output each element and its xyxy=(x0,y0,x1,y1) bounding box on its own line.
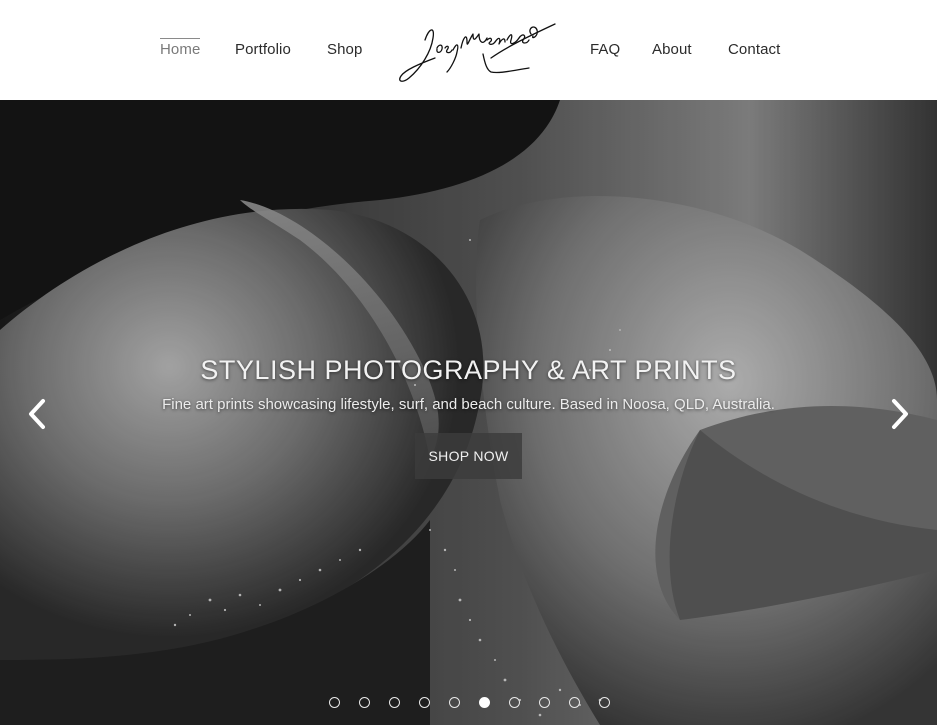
nav-faq-link[interactable]: FAQ xyxy=(590,40,620,60)
nav-contact-link[interactable]: Contact xyxy=(728,40,780,60)
slider-next-button[interactable] xyxy=(885,397,915,431)
hero-subtitle: Fine art prints showcasing lifestyle, su… xyxy=(162,396,775,413)
slider-dot-7[interactable] xyxy=(509,697,520,708)
site-header: Home Portfolio Shop FAQ About Contact xyxy=(0,0,937,100)
slider-pagination xyxy=(0,697,937,709)
hero-slider: STYLISH PHOTOGRAPHY & ART PRINTS Fine ar… xyxy=(0,100,937,725)
chevron-left-icon xyxy=(29,399,45,429)
nav-portfolio-link[interactable]: Portfolio xyxy=(235,40,291,60)
signature-logo[interactable] xyxy=(395,18,557,86)
slider-prev-button[interactable] xyxy=(22,397,52,431)
slider-dot-8[interactable] xyxy=(539,697,550,708)
slider-dot-1[interactable] xyxy=(329,697,340,708)
shop-now-button[interactable]: SHOP NOW xyxy=(415,433,522,479)
slider-dot-6[interactable] xyxy=(479,697,490,708)
nav-home-link[interactable]: Home xyxy=(160,38,201,60)
slider-dot-10[interactable] xyxy=(599,697,610,708)
nav-shop-link[interactable]: Shop xyxy=(327,40,362,60)
slider-dot-4[interactable] xyxy=(419,697,430,708)
hero-title: STYLISH PHOTOGRAPHY & ART PRINTS xyxy=(200,355,737,385)
slider-dot-3[interactable] xyxy=(389,697,400,708)
chevron-right-icon xyxy=(892,399,908,429)
slider-dot-9[interactable] xyxy=(569,697,580,708)
nav-about-link[interactable]: About xyxy=(652,40,692,60)
slider-dot-5[interactable] xyxy=(449,697,460,708)
slider-dot-2[interactable] xyxy=(359,697,370,708)
